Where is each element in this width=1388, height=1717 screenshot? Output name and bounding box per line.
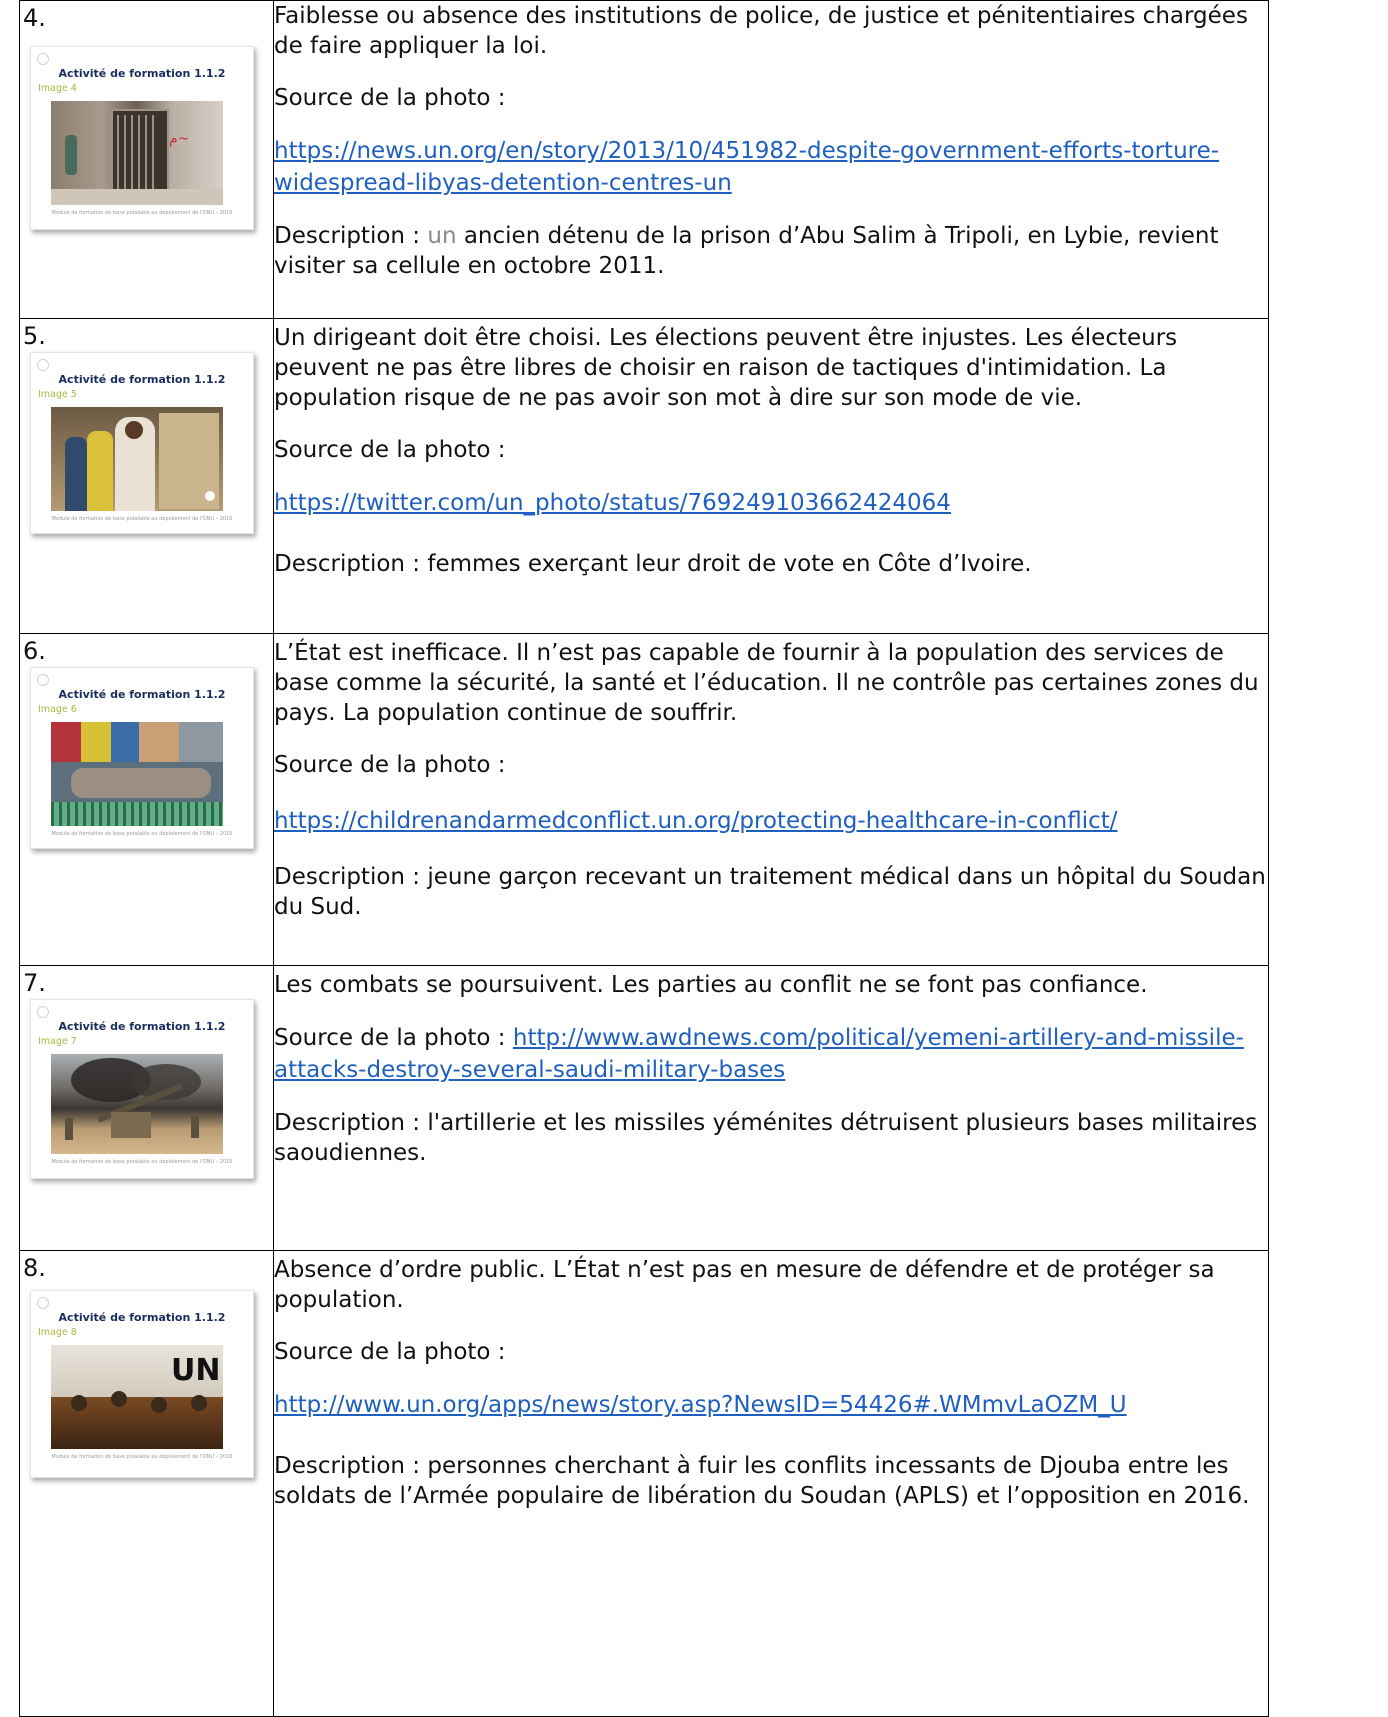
slide-photo: UN (51, 1345, 223, 1449)
image-cell: 5. Activité de formation 1.1.2 Image 5 M… (19, 318, 274, 634)
slide-photo (51, 407, 223, 511)
text-cell: Faiblesse ou absence des institutions de… (273, 0, 1269, 319)
row-number: 6. (23, 637, 46, 665)
un-logo-icon (37, 359, 49, 371)
source-link[interactable]: https://childrenandarmedconflict.un.org/… (274, 808, 1118, 834)
row-number: 8. (23, 1254, 46, 1282)
un-logo-icon (37, 53, 49, 65)
row-number: 4. (23, 4, 46, 32)
slide-title: Activité de formation 1.1.2 (58, 688, 226, 701)
un-logo-icon (37, 1297, 49, 1309)
slide-caption: Image 6 (38, 704, 77, 715)
source-link[interactable]: http://www.un.org/apps/news/story.asp?Ne… (274, 1392, 1127, 1418)
slide-footer: Module de formation de base préalable au… (51, 831, 233, 837)
row-description: Description : jeune garçon recevant un t… (274, 864, 1266, 920)
text-cell: Un dirigeant doit être choisi. Les élect… (273, 318, 1269, 634)
slide-photo (51, 722, 223, 826)
source-label: Source de la photo : (274, 85, 506, 111)
slide-title: Activité de formation 1.1.2 (58, 1311, 226, 1324)
table-row: 5. Activité de formation 1.1.2 Image 5 M… (19, 318, 1269, 634)
row-number: 7. (23, 969, 46, 997)
slide-footer: Module de formation de base préalable au… (51, 1159, 233, 1165)
text-cell: L’État est inefficace. Il n’est pas capa… (273, 633, 1269, 966)
text-cell: Les combats se poursuivent. Les parties … (273, 965, 1269, 1251)
slide-caption: Image 5 (38, 389, 77, 400)
slide-caption: Image 7 (38, 1036, 77, 1047)
slide-footer: Module de formation de base préalable au… (51, 516, 233, 522)
slide-caption: Image 4 (38, 83, 77, 94)
table-row: 4. Activité de formation 1.1.2 Image 4 ﻡ… (19, 0, 1269, 319)
row-text: Les combats se poursuivent. Les parties … (274, 972, 1148, 998)
slide-caption: Image 8 (38, 1327, 77, 1338)
slide-thumbnail: Activité de formation 1.1.2 Image 8 UN M… (30, 1290, 254, 1478)
row-description: Description : personnes cherchant à fuir… (274, 1453, 1250, 1509)
row-description: Description : femmes exerçant leur droit… (274, 551, 1032, 577)
description-prefix: Description : (274, 223, 428, 249)
un-logo-icon (37, 674, 49, 686)
source-link[interactable]: https://twitter.com/un_photo/status/7692… (274, 490, 951, 516)
image-cell: 4. Activité de formation 1.1.2 Image 4 ﻡ… (19, 0, 274, 319)
slide-thumbnail: Activité de formation 1.1.2 Image 5 Modu… (30, 352, 254, 534)
slide-photo (51, 1054, 223, 1154)
row-description: Description : l'artillerie et les missil… (274, 1110, 1258, 1166)
source-label: Source de la photo : (274, 752, 506, 778)
slide-thumbnail: Activité de formation 1.1.2 Image 7 Modu… (30, 999, 254, 1179)
slide-photo: ﻡ~ (51, 101, 223, 205)
slide-footer: Module de formation de base préalable au… (51, 210, 233, 216)
image-cell: 8. Activité de formation 1.1.2 Image 8 U… (19, 1250, 274, 1717)
source-label: Source de la photo : (274, 1025, 506, 1051)
text-cell: Absence d’ordre public. L’État n’est pas… (273, 1250, 1269, 1717)
row-text: Un dirigeant doit être choisi. Les élect… (274, 325, 1178, 411)
source-label: Source de la photo : (274, 437, 506, 463)
row-text: Faiblesse ou absence des institutions de… (274, 3, 1248, 59)
description-gray: un (427, 223, 457, 249)
slide-thumbnail: Activité de formation 1.1.2 Image 6 Modu… (30, 667, 254, 849)
slide-title: Activité de formation 1.1.2 (58, 1020, 226, 1033)
source-line: Source de la photo : http://www.awdnews.… (274, 1022, 1268, 1086)
row-text: L’État est inefficace. Il n’est pas capa… (274, 640, 1259, 726)
row-text: Absence d’ordre public. L’État n’est pas… (274, 1257, 1215, 1313)
un-logo-icon (37, 1006, 49, 1018)
table-row: 7. Activité de formation 1.1.2 Image 7 M… (19, 965, 1269, 1251)
slide-title: Activité de formation 1.1.2 (58, 373, 226, 386)
image-cell: 7. Activité de formation 1.1.2 Image 7 M… (19, 965, 274, 1251)
image-cell: 6. Activité de formation 1.1.2 Image 6 M… (19, 633, 274, 966)
table-row: 8. Activité de formation 1.1.2 Image 8 U… (19, 1250, 1269, 1717)
content-table: 4. Activité de formation 1.1.2 Image 4 ﻡ… (19, 0, 1269, 1717)
source-label: Source de la photo : (274, 1339, 506, 1365)
row-description: Description : un ancien détenu de la pri… (274, 221, 1268, 281)
slide-title: Activité de formation 1.1.2 (58, 67, 226, 80)
slide-footer: Module de formation de base préalable au… (51, 1454, 233, 1460)
row-number: 5. (23, 322, 46, 350)
slide-thumbnail: Activité de formation 1.1.2 Image 4 ﻡ~ M… (30, 46, 254, 230)
source-link[interactable]: https://news.un.org/en/story/2013/10/451… (274, 138, 1219, 196)
table-row: 6. Activité de formation 1.1.2 Image 6 M… (19, 633, 1269, 966)
